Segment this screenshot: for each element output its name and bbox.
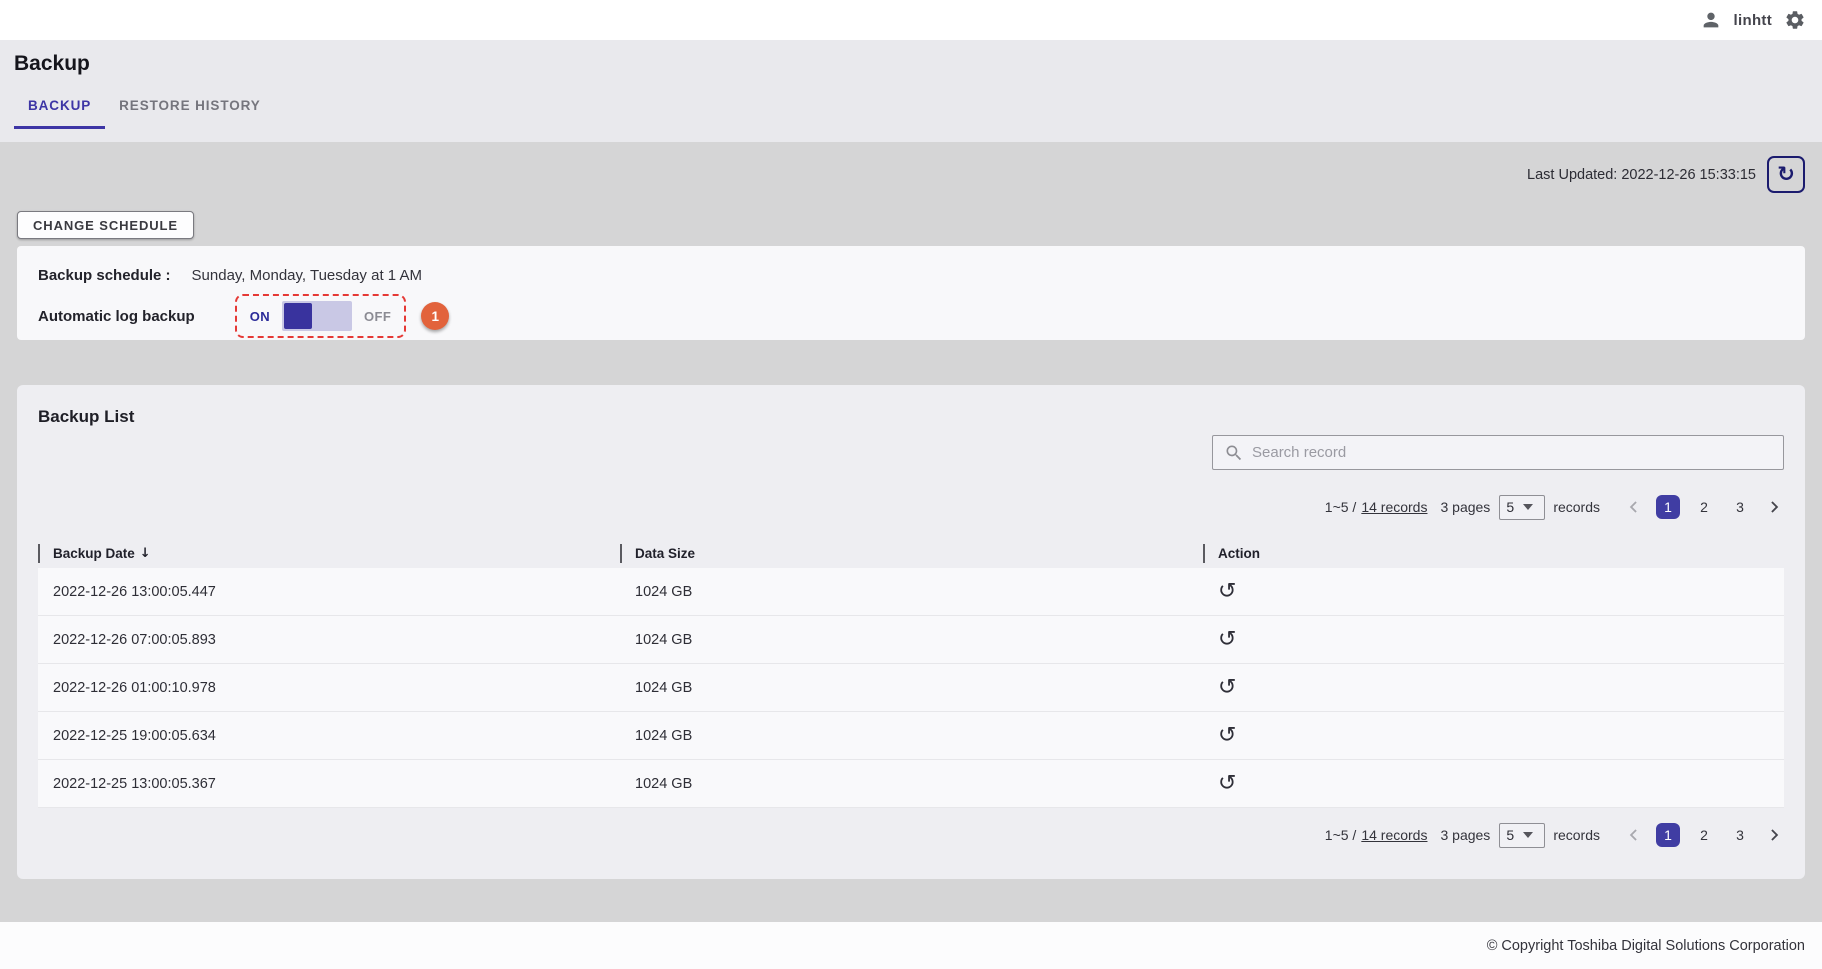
records-label: records [1553,827,1600,843]
restore-icon: ↺ [1218,725,1236,747]
restore-button[interactable]: ↺ [1218,677,1236,699]
chevron-down-icon [1523,504,1533,510]
topbar: linhtt [0,0,1822,40]
page-button-3[interactable]: 3 [1728,495,1752,519]
next-page-button[interactable] [1764,497,1784,517]
schedule-panel: Backup schedule : Sunday, Monday, Tuesda… [17,246,1805,340]
data-size-cell: 1024 GB [620,776,1203,792]
tab-backup[interactable]: BACKUP [14,92,105,129]
page-head: Backup BACKUP RESTORE HISTORY [0,40,1822,142]
table-row: 2022-12-26 07:00:05.893 1024 GB ↺ [38,616,1784,664]
prev-page-button[interactable] [1624,825,1644,845]
page-button-1[interactable]: 1 [1656,495,1680,519]
toggle-off-label: OFF [364,309,391,324]
table-body: 2022-12-26 13:00:05.447 1024 GB ↺ 2022-1… [38,568,1784,808]
chevron-right-icon [1764,497,1784,517]
backup-date-header-label: Backup Date [53,546,135,561]
backup-list-title: Backup List [38,407,1784,427]
restore-icon: ↺ [1218,629,1236,651]
restore-icon: ↺ [1218,773,1236,795]
refresh-button[interactable]: ↻ [1767,156,1805,193]
pagination-top: 1~5 / 14 records 3 pages 5 records 1 2 3 [38,494,1784,520]
main-content: Last Updated: 2022-12-26 15:33:15 ↻ CHAN… [0,142,1822,922]
table-header: Backup Date ↓ Data Size Action [38,538,1784,568]
gear-icon[interactable] [1784,9,1806,31]
auto-log-toggle[interactable] [282,301,352,331]
footer: © Copyright Toshiba Digital Solutions Co… [0,922,1822,969]
data-size-header-label: Data Size [635,546,695,561]
step-badge: 1 [421,302,449,330]
auto-log-toggle-highlight: ON OFF [235,294,407,338]
pagination-bottom: 1~5 / 14 records 3 pages 5 records 1 2 3 [38,822,1784,848]
search-box [1212,435,1784,470]
backup-list-panel: Backup List 1~5 / 14 records 3 pages 5 r… [17,385,1805,879]
data-size-cell: 1024 GB [620,728,1203,744]
backup-schedule-label: Backup schedule : [38,267,171,284]
data-size-cell: 1024 GB [620,584,1203,600]
page-size-value: 5 [1506,499,1514,515]
records-count-link[interactable]: 14 records [1361,827,1427,843]
page-size-select[interactable]: 5 [1499,823,1545,848]
copyright-label: © Copyright Toshiba Digital Solutions Co… [1487,938,1805,954]
toggle-knob[interactable] [284,303,312,329]
action-header-label: Action [1218,546,1260,561]
restore-button[interactable]: ↺ [1218,725,1236,747]
backup-schedule-value: Sunday, Monday, Tuesday at 1 AM [192,267,422,284]
next-page-button[interactable] [1764,825,1784,845]
page-button-3[interactable]: 3 [1728,823,1752,847]
page-title: Backup [14,52,1822,76]
pages-count-label: 3 pages [1440,827,1490,843]
restore-button[interactable]: ↺ [1218,773,1236,795]
toggle-on-label: ON [250,309,270,324]
column-header-data-size[interactable]: Data Size [620,544,1203,563]
search-input[interactable] [1252,444,1772,461]
records-count-link[interactable]: 14 records [1361,499,1427,515]
backup-date-cell: 2022-12-25 19:00:05.634 [38,728,620,744]
backup-table: Backup Date ↓ Data Size Action 2022-12-2… [38,538,1784,808]
data-size-cell: 1024 GB [620,680,1203,696]
backup-date-cell: 2022-12-26 01:00:10.978 [38,680,620,696]
page-size-select[interactable]: 5 [1499,495,1545,520]
prev-page-button[interactable] [1624,497,1644,517]
auto-log-backup-label: Automatic log backup [38,308,195,325]
backup-date-cell: 2022-12-26 13:00:05.447 [38,584,620,600]
tab-bar: BACKUP RESTORE HISTORY [14,92,1822,129]
backup-date-cell: 2022-12-26 07:00:05.893 [38,632,620,648]
change-schedule-button[interactable]: CHANGE SCHEDULE [17,211,194,239]
backup-date-cell: 2022-12-25 13:00:05.367 [38,776,620,792]
restore-button[interactable]: ↺ [1218,581,1236,603]
sort-desc-icon: ↓ [140,546,151,561]
refresh-icon: ↻ [1777,164,1795,185]
table-row: 2022-12-25 19:00:05.634 1024 GB ↺ [38,712,1784,760]
tab-restore-history[interactable]: RESTORE HISTORY [105,92,275,129]
page-button-2[interactable]: 2 [1692,495,1716,519]
page-size-value: 5 [1506,827,1514,843]
auto-log-backup-row: Automatic log backup ON OFF 1 [38,294,1784,338]
last-updated-row: Last Updated: 2022-12-26 15:33:15 ↻ [17,156,1805,193]
username-label: linhtt [1734,12,1772,29]
pages-count-label: 3 pages [1440,499,1490,515]
last-updated-label: Last Updated: 2022-12-26 15:33:15 [1527,167,1756,183]
column-header-backup-date[interactable]: Backup Date ↓ [38,544,620,563]
chevron-left-icon [1624,497,1644,517]
pagination-range: 1~5 / [1325,499,1357,515]
records-label: records [1553,499,1600,515]
restore-icon: ↺ [1218,581,1236,603]
pagination-range: 1~5 / [1325,827,1357,843]
chevron-right-icon [1764,825,1784,845]
chevron-left-icon [1624,825,1644,845]
user-icon [1700,9,1722,31]
restore-icon: ↺ [1218,677,1236,699]
table-row: 2022-12-25 13:00:05.367 1024 GB ↺ [38,760,1784,808]
column-header-action: Action [1203,544,1784,563]
chevron-down-icon [1523,832,1533,838]
table-row: 2022-12-26 01:00:10.978 1024 GB ↺ [38,664,1784,712]
restore-button[interactable]: ↺ [1218,629,1236,651]
table-row: 2022-12-26 13:00:05.447 1024 GB ↺ [38,568,1784,616]
backup-schedule-row: Backup schedule : Sunday, Monday, Tuesda… [38,264,1784,286]
page-button-2[interactable]: 2 [1692,823,1716,847]
search-icon [1224,443,1244,463]
data-size-cell: 1024 GB [620,632,1203,648]
page-button-1[interactable]: 1 [1656,823,1680,847]
